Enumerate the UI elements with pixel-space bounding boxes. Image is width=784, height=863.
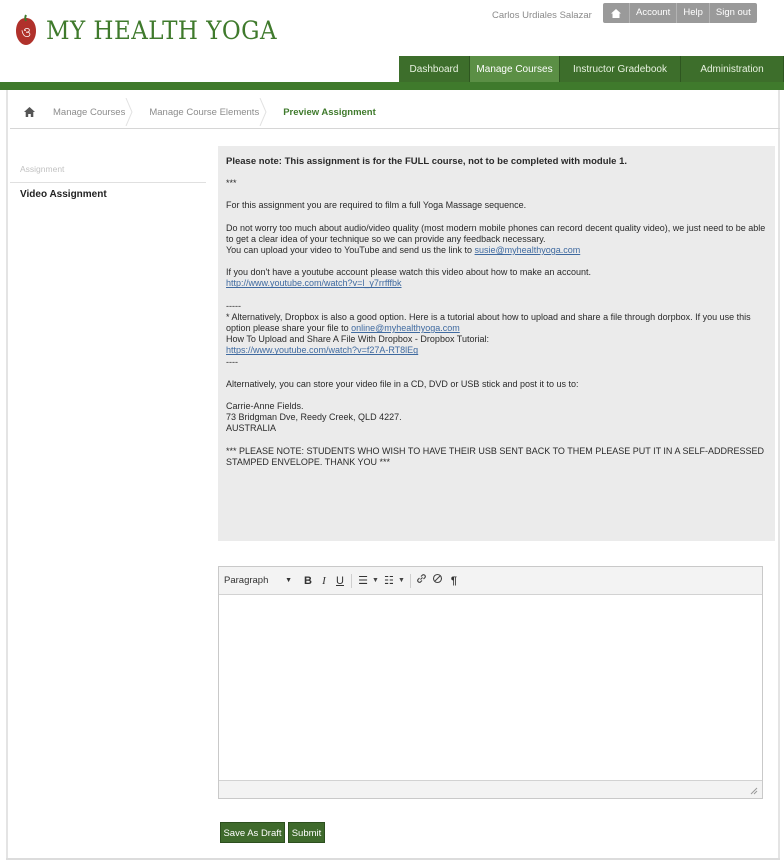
page-border-right	[778, 90, 780, 860]
separator-dashes: ----	[226, 356, 238, 367]
instructions-text: How To Upload and Share A File With Drop…	[226, 334, 489, 345]
chevron-down-icon: ▼	[285, 576, 292, 584]
sidebar: Assignment Video Assignment	[10, 146, 206, 200]
resize-handle-icon[interactable]	[749, 786, 758, 795]
separator-dashes: -----	[226, 300, 241, 311]
breadcrumb-separator-icon	[259, 98, 267, 126]
tab-administration[interactable]: Administration	[681, 56, 784, 83]
separator-stars: ***	[226, 178, 237, 189]
breadcrumb-preview-assignment: Preview Assignment	[283, 106, 376, 118]
chevron-down-icon[interactable]: ▼	[398, 577, 405, 584]
rich-text-editor: Paragraph ▼ B I U ☰ ▼ ☷ ▼ ¶	[218, 566, 763, 799]
chevron-down-icon[interactable]: ▼	[372, 577, 379, 584]
svg-text:ও: ও	[21, 25, 31, 41]
assignment-note: Please note: This assignment is for the …	[226, 156, 627, 167]
breadcrumb-manage-course-elements[interactable]: Manage Course Elements	[149, 107, 259, 118]
user-name: Carlos Urdiales Salazar	[492, 10, 592, 21]
page-border-bottom	[6, 858, 780, 860]
email-link-online[interactable]: online@myhealthyoga.com	[351, 323, 460, 333]
home-icon	[611, 8, 621, 18]
instructions-paragraph: Alternatively, you can store your video …	[226, 378, 579, 389]
instructions-text: Do not worry too much about audio/video …	[226, 222, 766, 244]
breadcrumb: Manage Courses Manage Course Elements Pr…	[10, 98, 780, 126]
logo-text: MY HEALTH YOGA	[46, 15, 278, 45]
tab-manage-courses[interactable]: Manage Courses	[470, 56, 560, 83]
format-select-value: Paragraph	[224, 574, 269, 586]
usb-return-note: *** PLEASE NOTE: STUDENTS WHO WISH TO HA…	[226, 445, 764, 467]
instructions-text: You can upload your video to YouTube and…	[226, 245, 475, 256]
youtube-link[interactable]: http://www.youtube.com/watch?v=l_y7rrfff…	[226, 278, 402, 288]
breadcrumb-separator-icon	[125, 98, 133, 126]
account-link[interactable]: Account	[629, 3, 676, 23]
breadcrumb-home[interactable]	[19, 102, 39, 122]
numbered-list-icon[interactable]: ☷	[382, 573, 396, 589]
address-line: 73 Bridgman Dve, Reedy Creek, QLD 4227.	[226, 412, 402, 423]
instructions-paragraph: ----- * Alternatively, Dropbox is also a…	[226, 301, 767, 368]
instructions-text: * Alternatively, Dropbox is also a good …	[226, 311, 751, 334]
bullet-list-icon[interactable]: ☰	[356, 573, 370, 589]
instructions-paragraph: Do not worry too much about audio/video …	[226, 223, 767, 257]
toolbar-separator	[409, 573, 411, 588]
tab-instructor-gradebook[interactable]: Instructor Gradebook	[560, 56, 681, 83]
postal-address: Carrie-Anne Fields. 73 Bridgman Dve, Ree…	[226, 401, 767, 435]
editor-text-area[interactable]	[219, 595, 762, 781]
main-nav: Dashboard Manage Courses Instructor Grad…	[399, 56, 784, 83]
logo[interactable]: ও MY HEALTH YOGA	[14, 14, 297, 46]
home-icon	[23, 107, 35, 117]
sidebar-item-video-assignment[interactable]: Video Assignment	[10, 183, 206, 200]
sidebar-heading: Assignment	[10, 146, 206, 183]
format-select[interactable]: Paragraph ▼	[224, 575, 300, 587]
bold-button[interactable]: B	[301, 573, 315, 589]
email-link-susie[interactable]: susie@myhealthyoga.com	[475, 245, 581, 255]
toolbar-separator	[351, 573, 352, 588]
breadcrumb-manage-courses[interactable]: Manage Courses	[53, 107, 125, 118]
sign-out-link[interactable]: Sign out	[708, 3, 757, 23]
submit-button[interactable]: Submit	[288, 822, 325, 843]
italic-button[interactable]: I	[317, 573, 331, 589]
tab-dashboard[interactable]: Dashboard	[399, 56, 470, 83]
instructions-paragraph: If you don't have a youtube account plea…	[226, 267, 767, 289]
assignment-instructions: Please note: This assignment is for the …	[218, 146, 775, 541]
link-icon[interactable]	[415, 573, 429, 589]
breadcrumb-divider	[10, 128, 780, 129]
instructions-paragraph: For this assignment you are required to …	[226, 200, 527, 211]
paragraph-mark-button[interactable]: ¶	[447, 573, 461, 589]
dropbox-tutorial-link[interactable]: https://www.youtube.com/watch?v=f27A-RT8…	[226, 345, 418, 355]
instructions-text: If you don't have a youtube account plea…	[226, 267, 591, 278]
top-links: Account Help Sign out	[603, 3, 757, 23]
home-link[interactable]	[603, 3, 629, 23]
header: ও MY HEALTH YOGA Carlos Urdiales Salazar…	[0, 0, 784, 84]
editor-toolbar: Paragraph ▼ B I U ☰ ▼ ☷ ▼ ¶	[219, 567, 762, 595]
page-border-left	[6, 90, 8, 860]
logo-mark-icon: ও	[16, 14, 36, 45]
nav-bar-line	[0, 82, 784, 90]
address-line: Carrie-Anne Fields.	[226, 401, 304, 412]
help-link[interactable]: Help	[676, 3, 709, 23]
underline-button[interactable]: U	[333, 573, 347, 589]
unlink-icon[interactable]	[431, 573, 445, 589]
save-as-draft-button[interactable]: Save As Draft	[220, 822, 285, 843]
editor-status-bar	[219, 780, 762, 798]
address-line: AUSTRALIA	[226, 423, 277, 434]
